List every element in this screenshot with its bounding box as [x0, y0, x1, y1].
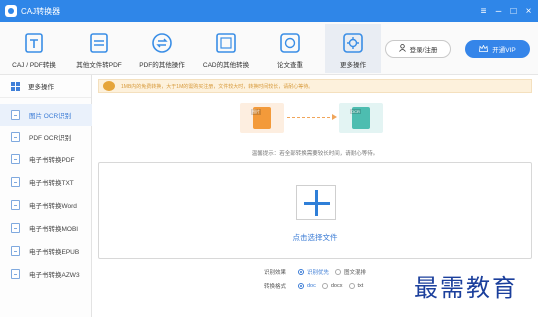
login-button[interactable]: 登录/注册: [385, 40, 451, 58]
sidebar-item-ebook-to-word[interactable]: 电子书转换Word: [0, 194, 92, 216]
ebook-epub-icon: [11, 246, 20, 256]
crown-icon: [479, 44, 489, 54]
radio-recognize-first[interactable]: [298, 269, 304, 275]
sidebar-item-ebook-to-epub[interactable]: 电子书转换EPUB: [0, 240, 92, 262]
tool-paper-check[interactable]: 论文查重: [262, 24, 318, 73]
tool-more-ops[interactable]: 更多操作: [325, 24, 381, 73]
main-toolbar: CAJ / PDF转换 其他文件转PDF PDF的其他操作 CAD的其他转换 论…: [0, 22, 538, 75]
tool-pdf-ops[interactable]: PDF的其他操作: [134, 24, 190, 73]
app-title: CAJ转换器: [21, 6, 61, 16]
title-bar: CAJ转换器 ≡ – □ ×: [0, 0, 538, 22]
sidebar: 更多操作 图片 OCR识别 PDF OCR识别 电子书转换PDF 电子书转换TX…: [0, 75, 92, 317]
user-icon: [398, 44, 406, 54]
watermark-text: 最需教育: [414, 274, 518, 302]
convert-arrow: [287, 117, 335, 118]
ebook-azw3-icon: [11, 269, 20, 279]
more-ops-icon: [342, 32, 364, 54]
window-controls: ≡ – □ ×: [476, 0, 536, 22]
ebook-word-icon: [11, 200, 20, 210]
minimize-icon[interactable]: –: [491, 6, 506, 17]
sidebar-item-pdf-ocr[interactable]: PDF OCR识别: [0, 126, 92, 148]
app-logo-icon: [5, 5, 17, 17]
arrow-right-icon: [332, 114, 337, 120]
notice-bar: 1MB内的免费转换，大于1M的需购买注册，文件较大时，转换时间较长，请耐心等待。: [98, 79, 532, 93]
mascot-icon: [103, 81, 115, 91]
recognize-option-row: 识别效果 识别优先 图文混排: [264, 269, 367, 276]
ocr-file-icon: OCR: [350, 107, 370, 129]
pdf-ops-icon: [151, 32, 173, 54]
radio-format-txt[interactable]: [348, 283, 355, 289]
target-ocr-graphic: OCR: [339, 103, 383, 133]
pdf-ocr-icon: [11, 132, 20, 142]
tip-text: 温馨提示：若全部转换需要较长时间，请耐心等待。: [251, 151, 379, 157]
sidebar-item-ebook-to-azw3[interactable]: 电子书转换AZW3: [0, 263, 92, 285]
sidebar-header: 更多操作: [0, 75, 91, 98]
grid-icon: [11, 81, 20, 91]
format-option-row: 转换格式 doc docx txt: [264, 283, 364, 290]
paper-check-icon: [279, 32, 301, 54]
menu-icon[interactable]: ≡: [476, 6, 491, 17]
source-image-graphic: 图片: [240, 103, 284, 133]
maximize-icon[interactable]: □: [506, 6, 521, 17]
radio-format-doc[interactable]: [298, 283, 304, 289]
tool-file-to-pdf[interactable]: 其他文件转PDF: [71, 24, 127, 73]
ebook-txt-icon: [11, 177, 20, 187]
radio-mixed-layout[interactable]: [335, 269, 342, 275]
image-ocr-icon: [11, 110, 20, 120]
add-file-button[interactable]: [296, 185, 336, 220]
notice-text: 1MB内的免费转换，大于1M的需购买注册，文件较大时，转换时间较长，请耐心等待。: [121, 83, 314, 90]
tool-caj-pdf-convert[interactable]: CAJ / PDF转换: [6, 24, 62, 73]
select-file-label[interactable]: 点击选择文件: [99, 232, 531, 243]
cad-convert-icon: [215, 32, 237, 54]
sidebar-item-ebook-to-mobi[interactable]: 电子书转换MOBI: [0, 217, 92, 239]
vip-button[interactable]: 开通VIP: [465, 40, 530, 58]
close-icon[interactable]: ×: [521, 6, 536, 17]
radio-format-docx[interactable]: [321, 283, 328, 289]
file-to-pdf-icon: [88, 32, 110, 54]
file-dropzone[interactable]: 点击选择文件: [98, 162, 532, 259]
tool-cad-convert[interactable]: CAD的其他转换: [198, 24, 254, 73]
sidebar-item-ebook-to-txt[interactable]: 电子书转换TXT: [0, 171, 92, 193]
image-file-icon: 图片: [251, 107, 271, 129]
ebook-mobi-icon: [11, 223, 20, 233]
sidebar-item-image-ocr[interactable]: 图片 OCR识别: [0, 104, 92, 126]
caj-convert-icon: [23, 32, 45, 54]
